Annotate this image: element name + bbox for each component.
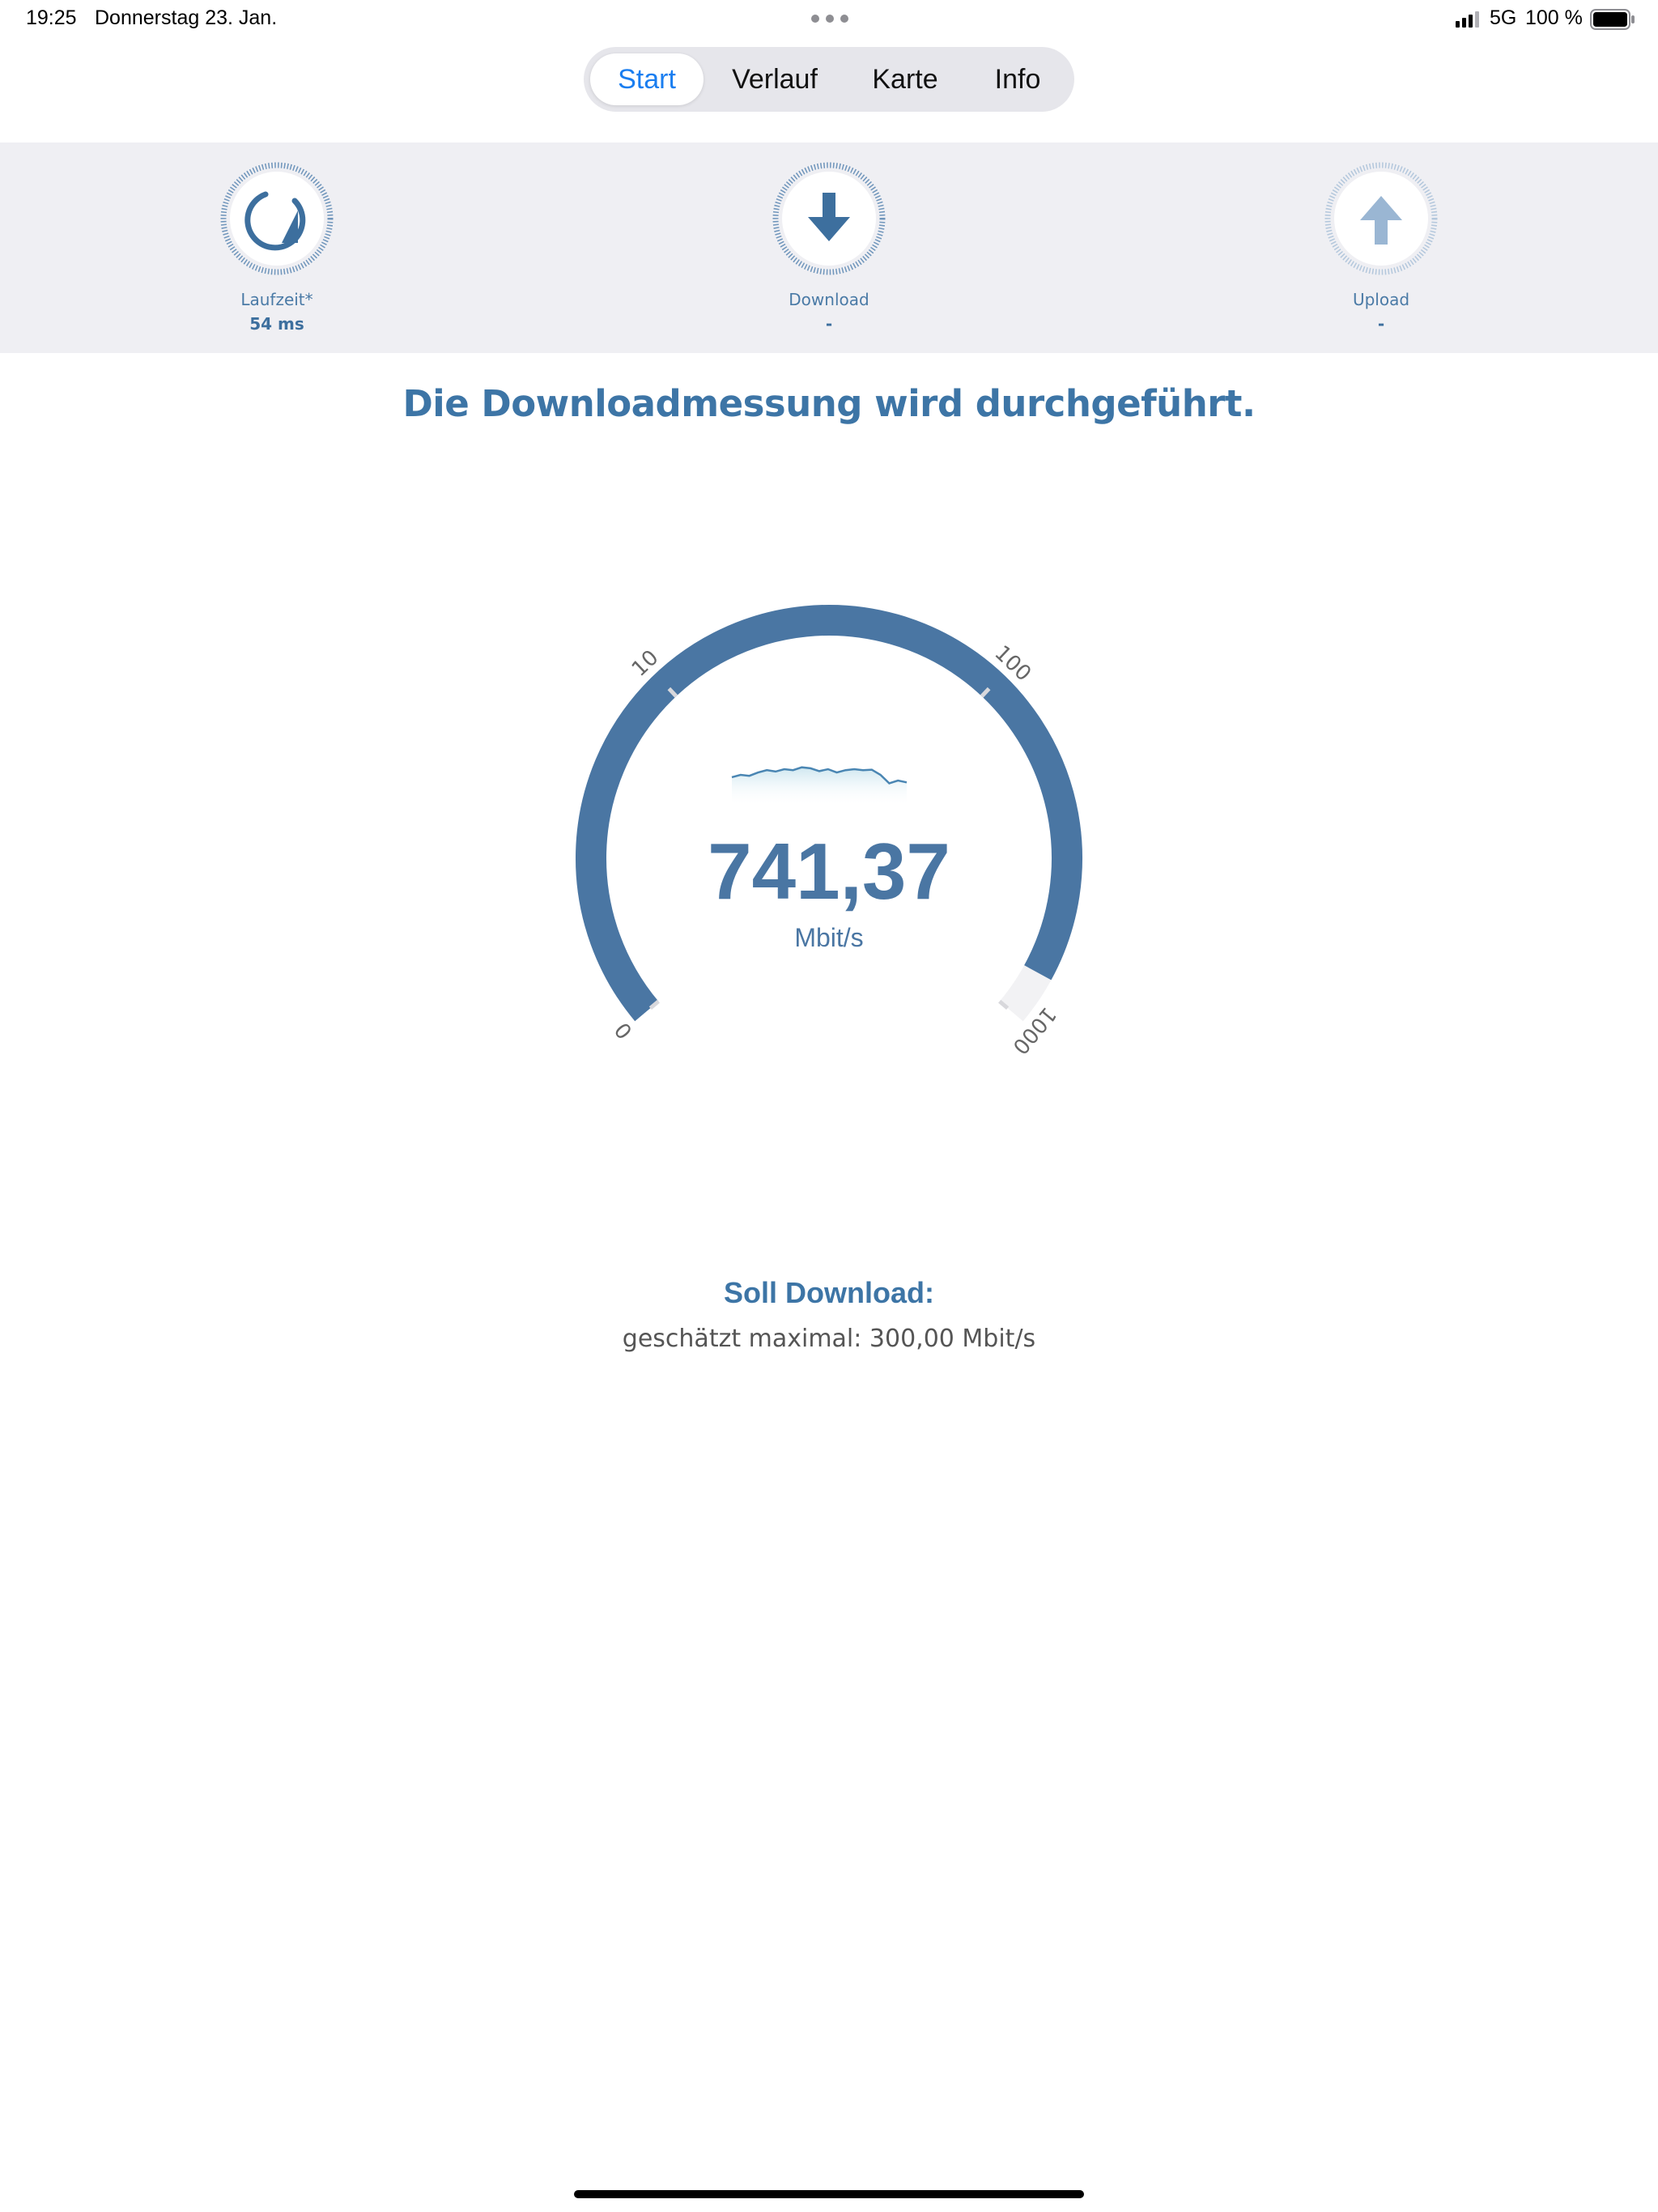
current-speed-unit: Mbit/s [794, 923, 864, 952]
target-download-text: geschätzt maximal: 300,00 Mbit/s [622, 1325, 1036, 1353]
status-time: 19:25 [26, 6, 77, 29]
metric-download[interactable]: Download - [708, 143, 950, 353]
download-label: Download [789, 290, 869, 309]
metric-latency[interactable]: Laufzeit* 54 ms [155, 143, 398, 353]
speed-sparkline [731, 766, 908, 806]
battery-icon [1590, 9, 1635, 30]
tab-bar: Start Verlauf Karte Info [584, 47, 1074, 112]
tab-info[interactable]: Info [969, 53, 1066, 105]
metric-upload[interactable]: Upload - [1260, 143, 1503, 353]
current-speed-value: 741,37 [708, 827, 950, 916]
upload-value: - [1377, 314, 1385, 334]
status-bar: 19:25 Donnerstag 23. Jan. 5G 100 % [0, 0, 1658, 40]
measurement-status-title: Die Downloadmessung wird durchgeführt. [402, 382, 1256, 425]
upload-dial [1324, 162, 1438, 275]
target-download-title: Soll Download: [724, 1276, 934, 1309]
cellular-signal-icon [1456, 11, 1479, 28]
multitasking-dots-icon[interactable] [811, 15, 848, 23]
latency-dial [220, 162, 334, 275]
latency-label: Laufzeit* [240, 290, 313, 309]
gauge-tick-label: 0 [610, 1017, 638, 1043]
latency-value: 54 ms [249, 314, 304, 334]
tab-verlauf[interactable]: Verlauf [710, 53, 840, 105]
download-dial [772, 162, 886, 275]
tab-start[interactable]: Start [590, 53, 704, 105]
network-type: 5G [1490, 6, 1517, 29]
battery-percent: 100 % [1525, 6, 1583, 29]
home-indicator[interactable] [574, 2190, 1084, 2198]
metrics-panel: Laufzeit* 54 ms Download - Upload - [0, 143, 1658, 353]
status-date: Donnerstag 23. Jan. [95, 6, 278, 29]
upload-label: Upload [1352, 290, 1410, 309]
download-value: - [825, 314, 833, 334]
tab-karte[interactable]: Karte [844, 53, 966, 105]
